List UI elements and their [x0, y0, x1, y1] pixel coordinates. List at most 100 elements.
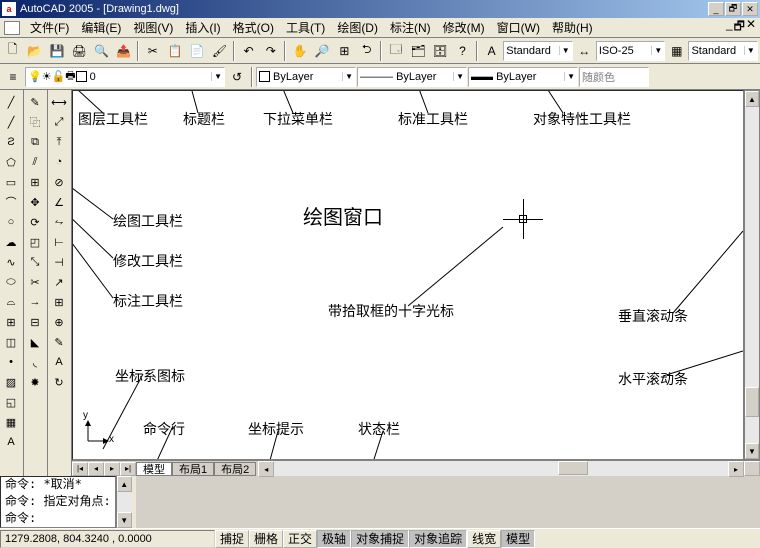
scroll-up-button[interactable]: ▲ [745, 91, 759, 107]
tab-model[interactable]: 模型 [136, 462, 172, 476]
erase-icon[interactable]: ✎ [24, 92, 46, 112]
tablestyle-icon[interactable]: ▦ [666, 40, 687, 62]
dim-continue-icon[interactable]: ⊣ [48, 252, 70, 272]
menu-file[interactable]: 文件(F) [24, 17, 75, 38]
ellipse-icon[interactable]: ⬭ [0, 272, 22, 292]
print-icon[interactable]: 🖨 [69, 40, 90, 62]
dimstyle-combo[interactable]: ISO-25▼ [596, 41, 665, 61]
polar-toggle[interactable]: 极轴 [317, 530, 351, 548]
grid-toggle[interactable]: 栅格 [249, 530, 283, 548]
layer-manager-icon[interactable]: ≡ [2, 66, 24, 88]
menu-insert[interactable]: 插入(I) [179, 17, 226, 38]
dc-icon[interactable]: 🗂 [407, 40, 428, 62]
dim-quick-icon[interactable]: ⥊ [48, 212, 70, 232]
rectangle-icon[interactable]: ▭ [0, 172, 22, 192]
scroll-right-button[interactable]: ▸ [728, 461, 744, 477]
dim-linear-icon[interactable]: ⟷ [48, 92, 70, 112]
dim-radius-icon[interactable]: ◔ [48, 152, 70, 172]
mirror-icon[interactable]: ⧉ [24, 132, 46, 152]
tablestyle-combo[interactable]: Standard▼ [688, 41, 757, 61]
menu-window[interactable]: 窗口(W) [491, 17, 546, 38]
block-icon[interactable]: ◫ [0, 332, 22, 352]
break-icon[interactable]: ⊟ [24, 312, 46, 332]
copy-icon[interactable]: 📋 [164, 40, 185, 62]
help-icon[interactable]: ? [452, 40, 473, 62]
circle-icon[interactable]: ○ [0, 212, 22, 232]
arc-icon[interactable]: ⌒ [0, 192, 22, 212]
layer-combo[interactable]: 💡☀🔓🖶 0 ▼ [25, 67, 225, 87]
cmd-scroll-down[interactable]: ▼ [117, 512, 132, 528]
undo-icon[interactable]: ↶ [238, 40, 259, 62]
vertical-scrollbar[interactable]: ▲ ▼ [744, 90, 760, 460]
dim-update-icon[interactable]: ↻ [48, 372, 70, 392]
menu-view[interactable]: 视图(V) [127, 17, 179, 38]
textstyle-combo[interactable]: Standard▼ [503, 41, 572, 61]
fillet-icon[interactable]: ◟ [24, 352, 46, 372]
cmd-scroll-up[interactable]: ▲ [117, 476, 132, 492]
textstyle-icon[interactable]: A [481, 40, 502, 62]
spline-icon[interactable]: ∿ [0, 252, 22, 272]
dim-leader-icon[interactable]: ↗ [48, 272, 70, 292]
menu-tools[interactable]: 工具(T) [280, 17, 331, 38]
publish-icon[interactable]: 📤 [113, 40, 134, 62]
revcloud-icon[interactable]: ☁ [0, 232, 22, 252]
dim-tedit-icon[interactable]: A [48, 352, 70, 372]
redo-icon[interactable]: ↷ [260, 40, 281, 62]
mtext-icon[interactable]: A [0, 432, 22, 452]
horizontal-scrollbar[interactable]: ◂ ▸ [258, 461, 744, 476]
offset-icon[interactable]: ⫽ [24, 152, 46, 172]
dim-edit-icon[interactable]: ✎ [48, 332, 70, 352]
zoom-rt-icon[interactable]: 🔎 [312, 40, 333, 62]
mdi-close-button[interactable]: ✕ [746, 17, 756, 38]
insert-icon[interactable]: ⊞ [0, 312, 22, 332]
snap-toggle[interactable]: 捕捉 [215, 530, 249, 548]
chamfer-icon[interactable]: ◣ [24, 332, 46, 352]
dim-ordinate-icon[interactable]: ⤒ [48, 132, 70, 152]
close-button[interactable]: ✕ [742, 2, 758, 16]
zoom-prev-icon[interactable]: ⮌ [356, 40, 377, 62]
line-icon[interactable]: ╱ [0, 92, 22, 112]
dim-diameter-icon[interactable]: ⊘ [48, 172, 70, 192]
dim-aligned-icon[interactable]: ⤢ [48, 112, 70, 132]
drawing-window[interactable]: 图层工具栏 标题栏 下拉菜单栏 标准工具栏 对象特性工具栏 绘图工具栏 修改工具… [72, 90, 744, 460]
dim-angular-icon[interactable]: ∠ [48, 192, 70, 212]
otrack-toggle[interactable]: 对象追踪 [409, 530, 467, 548]
rotate-icon[interactable]: ⟳ [24, 212, 46, 232]
table-icon[interactable]: ▦ [0, 412, 22, 432]
model-toggle[interactable]: 模型 [501, 530, 535, 548]
command-input[interactable]: 命令: *取消* 命令: 指定对角点: 命令: [0, 476, 116, 528]
tab-last-button[interactable]: ▸| [120, 462, 136, 476]
dim-tolerance-icon[interactable]: ⊞ [48, 292, 70, 312]
point-icon[interactable]: • [0, 352, 22, 372]
hatch-icon[interactable]: ▨ [0, 372, 22, 392]
tab-layout1[interactable]: 布局1 [172, 462, 214, 476]
preview-icon[interactable]: 🔍 [91, 40, 112, 62]
save-icon[interactable]: 💾 [46, 40, 67, 62]
pline-icon[interactable]: Ƨ [0, 132, 22, 152]
lineweight-combo[interactable]: ▬▬ ByLayer▼ [468, 67, 578, 87]
menu-modify[interactable]: 修改(M) [437, 17, 491, 38]
properties-icon[interactable]: 🗔 [385, 40, 406, 62]
paste-icon[interactable]: 📄 [187, 40, 208, 62]
tool-palette-icon[interactable]: 🗄 [430, 40, 451, 62]
scroll-down-button[interactable]: ▼ [745, 443, 759, 459]
ortho-toggle[interactable]: 正交 [283, 530, 317, 548]
menu-dimension[interactable]: 标注(N) [384, 17, 437, 38]
dimstyle-icon[interactable]: ↔ [574, 40, 595, 62]
restore-button[interactable]: 🗗 [725, 2, 741, 16]
tab-prev-button[interactable]: ◂ [88, 462, 104, 476]
menu-format[interactable]: 格式(O) [227, 17, 280, 38]
zoom-win-icon[interactable]: ⊞ [334, 40, 355, 62]
lwt-toggle[interactable]: 线宽 [467, 530, 501, 548]
extend-icon[interactable]: → [24, 292, 46, 312]
open-icon[interactable]: 📂 [24, 40, 45, 62]
scale-icon[interactable]: ◰ [24, 232, 46, 252]
xline-icon[interactable]: ╱ [0, 112, 22, 132]
dim-baseline-icon[interactable]: ⊢ [48, 232, 70, 252]
match-icon[interactable]: 🖌 [209, 40, 230, 62]
minimize-button[interactable]: _ [708, 2, 724, 16]
color-combo[interactable]: ByLayer▼ [256, 67, 356, 87]
command-scrollbar[interactable]: ▲ ▼ [116, 476, 132, 528]
explode-icon[interactable]: ✸ [24, 372, 46, 392]
osnap-toggle[interactable]: 对象捕捉 [351, 530, 409, 548]
